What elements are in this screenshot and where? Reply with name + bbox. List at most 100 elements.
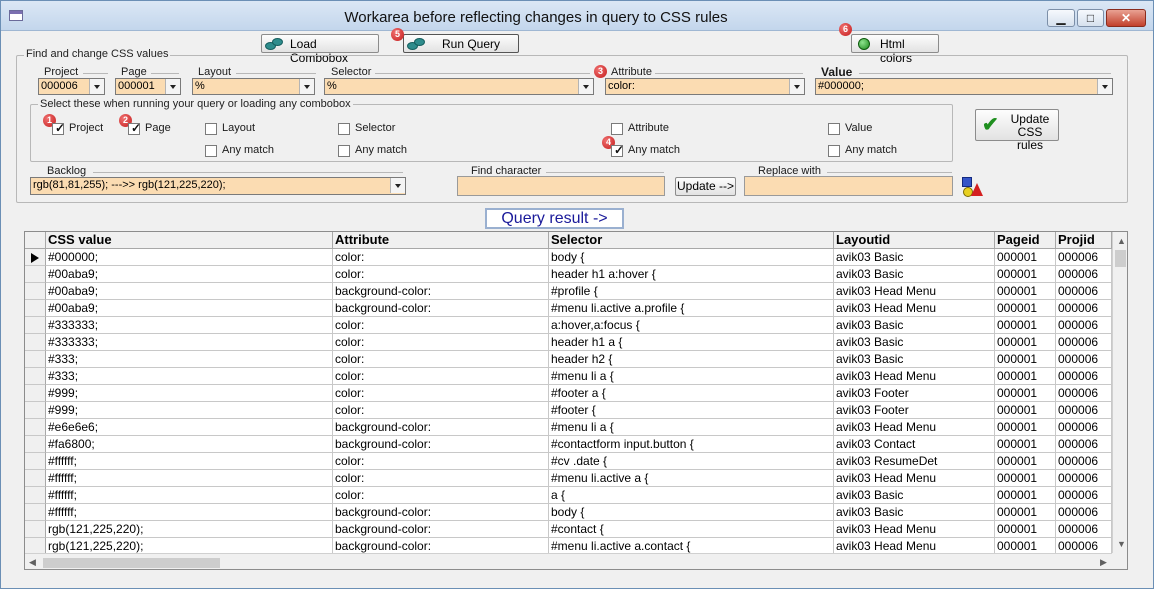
chevron-down-icon[interactable] bbox=[165, 79, 180, 94]
row-indicator[interactable] bbox=[25, 504, 46, 521]
cell-attribute[interactable]: background-color: bbox=[333, 504, 549, 521]
header-selector[interactable]: Selector bbox=[549, 232, 834, 249]
value-combobox[interactable]: #000000; bbox=[815, 78, 1113, 95]
horizontal-scroll-thumb[interactable] bbox=[43, 558, 220, 568]
cell-layoutid[interactable]: avik03 Head Menu bbox=[834, 300, 995, 317]
cell-css-value[interactable]: #00aba9; bbox=[46, 283, 333, 300]
cell-selector[interactable]: header h1 a { bbox=[549, 334, 834, 351]
cell-projid[interactable]: 000006 bbox=[1056, 521, 1112, 538]
cell-css-value[interactable]: #333; bbox=[46, 368, 333, 385]
cell-css-value[interactable]: #00aba9; bbox=[46, 300, 333, 317]
cell-projid[interactable]: 000006 bbox=[1056, 317, 1112, 334]
table-row[interactable]: rgb(121,225,220); background-color: #conta… bbox=[25, 521, 1112, 538]
cell-projid[interactable]: 000006 bbox=[1056, 368, 1112, 385]
cell-selector[interactable]: a { bbox=[549, 487, 834, 504]
table-row[interactable]: #ffffff; background-color: body {avik03 Ba… bbox=[25, 504, 1112, 521]
cell-selector[interactable]: #menu li.active a.profile { bbox=[549, 300, 834, 317]
selector-any-match-checkbox[interactable]: Any match bbox=[338, 144, 413, 158]
cell-pageid[interactable]: 000001 bbox=[995, 470, 1056, 487]
cell-layoutid[interactable]: avik03 Head Menu bbox=[834, 368, 995, 385]
cell-layoutid[interactable]: avik03 Basic bbox=[834, 317, 995, 334]
scroll-right-icon[interactable]: ▶ bbox=[1100, 557, 1107, 567]
cell-selector[interactable]: #cv .date { bbox=[549, 453, 834, 470]
table-row[interactable]: #333333; color: header h1 a {avik03 Basic 0… bbox=[25, 334, 1112, 351]
cell-css-value[interactable]: #ffffff; bbox=[46, 470, 333, 487]
table-row[interactable]: #333333; color: a:hover,a:focus {avik03 Ba… bbox=[25, 317, 1112, 334]
table-row[interactable]: #00aba9; background-color: #menu li.active… bbox=[25, 300, 1112, 317]
cell-attribute[interactable]: color: bbox=[333, 249, 549, 266]
cell-selector[interactable]: #menu li a { bbox=[549, 419, 834, 436]
row-indicator[interactable] bbox=[25, 385, 46, 402]
chevron-down-icon[interactable] bbox=[578, 79, 593, 94]
cell-css-value[interactable]: #00aba9; bbox=[46, 266, 333, 283]
cell-pageid[interactable]: 000001 bbox=[995, 266, 1056, 283]
cell-css-value[interactable]: #000000; bbox=[46, 249, 333, 266]
cell-pageid[interactable]: 000001 bbox=[995, 402, 1056, 419]
cell-projid[interactable]: 000006 bbox=[1056, 487, 1112, 504]
layout-checkbox[interactable]: Layout bbox=[205, 122, 265, 136]
layout-combobox[interactable]: % bbox=[192, 78, 315, 95]
cell-css-value[interactable]: #999; bbox=[46, 402, 333, 419]
cell-selector[interactable]: a:hover,a:focus { bbox=[549, 317, 834, 334]
cell-pageid[interactable]: 000001 bbox=[995, 521, 1056, 538]
cell-layoutid[interactable]: avik03 Basic bbox=[834, 504, 995, 521]
replace-with-input[interactable] bbox=[744, 176, 953, 196]
cell-selector[interactable]: #profile { bbox=[549, 283, 834, 300]
table-row[interactable]: #ffffff; color: #cv .date {avik03 ResumeDe… bbox=[25, 453, 1112, 470]
cell-layoutid[interactable]: avik03 Basic bbox=[834, 487, 995, 504]
project-checkbox[interactable]: ✓ Project bbox=[52, 121, 112, 136]
table-row[interactable]: #000000; color: body {avik03 Basic 000001 00… bbox=[25, 249, 1112, 266]
cell-projid[interactable]: 000006 bbox=[1056, 351, 1112, 368]
cell-layoutid[interactable]: avik03 Head Menu bbox=[834, 283, 995, 300]
row-indicator[interactable] bbox=[25, 436, 46, 453]
cell-attribute[interactable]: background-color: bbox=[333, 436, 549, 453]
cell-attribute[interactable]: color: bbox=[333, 453, 549, 470]
row-indicator[interactable] bbox=[25, 368, 46, 385]
cell-pageid[interactable]: 000001 bbox=[995, 419, 1056, 436]
cell-pageid[interactable]: 000001 bbox=[995, 249, 1056, 266]
chevron-down-icon[interactable] bbox=[390, 178, 405, 193]
table-row[interactable]: #ffffff; color: #menu li.active a {avik03 … bbox=[25, 470, 1112, 487]
cell-selector[interactable]: header h2 { bbox=[549, 351, 834, 368]
project-combobox[interactable]: 000006 bbox=[38, 78, 105, 95]
row-indicator[interactable] bbox=[25, 249, 46, 266]
header-projid[interactable]: Projid bbox=[1056, 232, 1112, 249]
header-attribute[interactable]: Attribute bbox=[333, 232, 549, 249]
cell-layoutid[interactable]: avik03 Head Menu bbox=[834, 470, 995, 487]
cell-pageid[interactable]: 000001 bbox=[995, 368, 1056, 385]
row-indicator[interactable] bbox=[25, 470, 46, 487]
cell-pageid[interactable]: 000001 bbox=[995, 487, 1056, 504]
scroll-down-icon[interactable]: ▼ bbox=[1117, 539, 1126, 549]
selector-combobox[interactable]: % bbox=[324, 78, 594, 95]
cell-projid[interactable]: 000006 bbox=[1056, 436, 1112, 453]
table-row[interactable]: #999; color: #footer {avik03 Footer 000001 0… bbox=[25, 402, 1112, 419]
cell-layoutid[interactable]: avik03 Footer bbox=[834, 385, 995, 402]
cell-layoutid[interactable]: avik03 Basic bbox=[834, 351, 995, 368]
cell-selector[interactable]: #contactform input.button { bbox=[549, 436, 834, 453]
cell-css-value[interactable]: #333; bbox=[46, 351, 333, 368]
header-layoutid[interactable]: Layoutid bbox=[834, 232, 995, 249]
row-indicator[interactable] bbox=[25, 487, 46, 504]
load-combobox-button[interactable]: Load Combobox bbox=[261, 34, 379, 65]
cell-projid[interactable]: 000006 bbox=[1056, 419, 1112, 436]
cell-layoutid[interactable]: avik03 Footer bbox=[834, 402, 995, 419]
row-indicator[interactable] bbox=[25, 334, 46, 351]
cell-selector[interactable]: header h1 a:hover { bbox=[549, 266, 834, 283]
cell-attribute[interactable]: color: bbox=[333, 470, 549, 487]
cell-css-value[interactable]: #333333; bbox=[46, 317, 333, 334]
cell-attribute[interactable]: background-color: bbox=[333, 419, 549, 436]
cell-selector[interactable]: body { bbox=[549, 504, 834, 521]
cell-css-value[interactable]: #e6e6e6; bbox=[46, 419, 333, 436]
cell-selector[interactable]: #menu li a { bbox=[549, 368, 834, 385]
run-query-button[interactable]: Run Query bbox=[403, 34, 519, 53]
chevron-down-icon[interactable] bbox=[789, 79, 804, 94]
cell-pageid[interactable]: 000001 bbox=[995, 504, 1056, 521]
cell-projid[interactable]: 000006 bbox=[1056, 402, 1112, 419]
scroll-up-icon[interactable]: ▲ bbox=[1117, 236, 1126, 246]
cell-projid[interactable]: 000006 bbox=[1056, 470, 1112, 487]
cell-css-value[interactable]: #333333; bbox=[46, 334, 333, 351]
backlog-combobox[interactable]: rgb(81,81,255); --->> rgb(121,225,220); bbox=[30, 177, 406, 195]
table-row[interactable]: #00aba9; color: header h1 a:hover {avik03 … bbox=[25, 266, 1112, 283]
row-indicator[interactable] bbox=[25, 300, 46, 317]
cell-selector[interactable]: #footer a { bbox=[549, 385, 834, 402]
